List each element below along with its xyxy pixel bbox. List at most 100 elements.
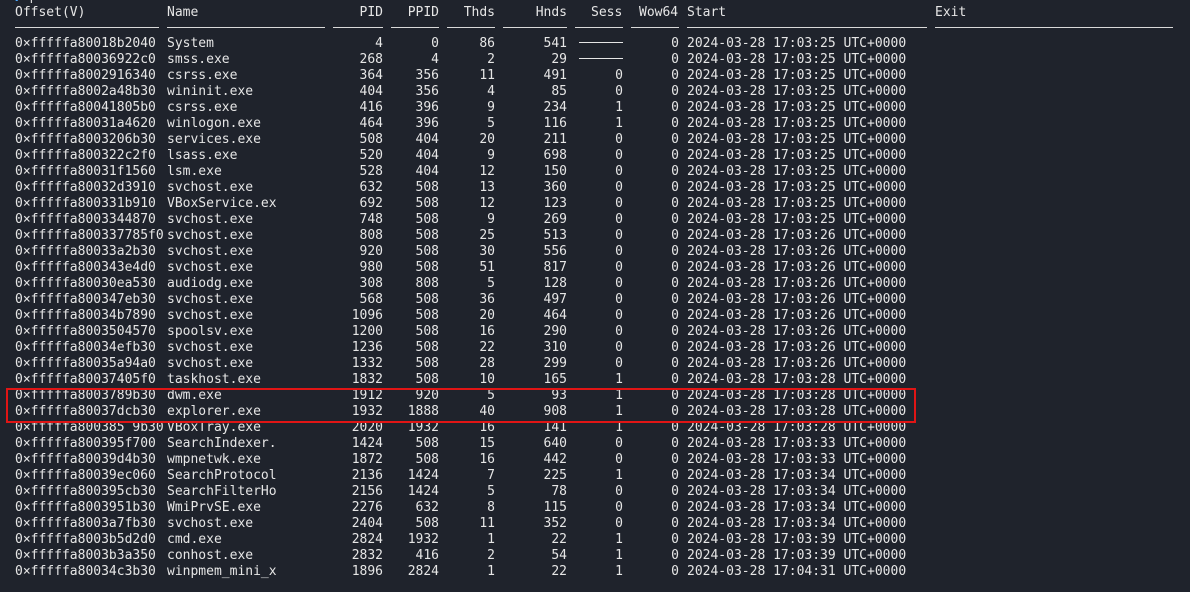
cell-sess: 1	[615, 116, 623, 131]
cell-name: lsass.exe	[167, 148, 238, 163]
table-row: 0×fffffa80037dcb30 explorer.exe 1932 1888 40…	[0, 404, 1190, 420]
cell-name: svchost.exe	[167, 228, 254, 243]
cell-hnds: 513	[543, 228, 567, 243]
cell-thds: 1	[487, 564, 495, 579]
cell-wow64: 0	[671, 68, 679, 83]
cell-thds: 5	[487, 484, 495, 499]
cell-ppid: 508	[415, 228, 439, 243]
table-row: 0×fffffa80034efb30 svchost.exe 1236 508 22 31…	[0, 340, 1190, 356]
cell-offset: 0×fffffa8003206b30	[15, 132, 156, 147]
cell-start: 2024-03-28 17:03:25 UTC+0000	[687, 212, 907, 227]
cell-pid: 748	[359, 212, 383, 227]
cell-wow64: 0	[671, 532, 679, 547]
cell-wow64: 0	[671, 228, 679, 243]
cell-start: 2024-03-28 17:03:25 UTC+0000	[687, 84, 907, 99]
cell-wow64: 0	[671, 468, 679, 483]
cell-hnds: 225	[543, 468, 567, 483]
cell-offset: 0×fffffa80041805b0	[15, 100, 156, 115]
cell-sess: 0	[615, 436, 623, 451]
cell-pid: 404	[359, 84, 383, 99]
cell-hnds: 352	[543, 516, 567, 531]
cell-thds: 11	[479, 516, 495, 531]
table-row: 0×fffffa80030ea530 audiodg.exe 308 808 5 128 0…	[0, 276, 1190, 292]
cell-hnds: 22	[551, 564, 567, 579]
cell-start: 2024-03-28 17:03:26 UTC+0000	[687, 276, 907, 291]
cell-offset: 0×fffffa8002916340	[15, 68, 156, 83]
cell-offset: 0×fffffa800385 9b30	[15, 420, 164, 435]
cell-wow64: 0	[671, 276, 679, 291]
cell-ppid: 508	[415, 292, 439, 307]
header-sess: Sess	[591, 5, 623, 20]
cell-hnds: 116	[543, 116, 567, 131]
cell-name: csrss.exe	[167, 100, 238, 115]
cell-hnds: 115	[543, 500, 567, 515]
table-row: 0×fffffa8003344870 svchost.exe 748 508 9 269 0…	[0, 212, 1190, 228]
table-row: 0×fffffa800347eb30 svchost.exe 568 508 36 497…	[0, 292, 1190, 308]
cell-name: services.exe	[167, 132, 261, 147]
cell-offset: 0×fffffa80034b7890	[15, 308, 156, 323]
cell-name: cmd.exe	[167, 532, 222, 547]
cell-sess: 0	[615, 196, 623, 211]
cell-wow64: 0	[671, 420, 679, 435]
cell-offset: 0×fffffa8003a7fb30	[15, 516, 156, 531]
cell-start: 2024-03-28 17:03:28 UTC+0000	[687, 420, 907, 435]
cell-pid: 416	[359, 100, 383, 115]
cell-hnds: 698	[543, 148, 567, 163]
cell-hnds: 211	[543, 132, 567, 147]
cell-wow64: 0	[671, 196, 679, 211]
cell-sess: 0	[615, 164, 623, 179]
cell-start: 2024-03-28 17:03:39 UTC+0000	[687, 548, 907, 563]
cell-wow64: 0	[671, 116, 679, 131]
cell-wow64: 0	[671, 244, 679, 259]
cell-offset: 0×fffffa80031a4620	[15, 116, 156, 131]
cell-pid: 2832	[351, 548, 383, 563]
cell-hnds: 464	[543, 308, 567, 323]
cell-start: 2024-03-28 17:03:25 UTC+0000	[687, 116, 907, 131]
table-row: 0×fffffa8003a7fb30 svchost.exe 2404 508 11 35…	[0, 516, 1190, 532]
cell-sess: 0	[615, 276, 623, 291]
cell-offset: 0×fffffa8003504570	[15, 324, 156, 339]
cell-wow64: 0	[671, 516, 679, 531]
cell-wow64: 0	[671, 212, 679, 227]
header-offset: Offset(V)	[15, 5, 86, 20]
terminal-window[interactable]: ❯ pstree Offset(V) Name PID PPID Thds Hn…	[0, 0, 1190, 592]
cell-ppid: 508	[415, 212, 439, 227]
table-row: 0×fffffa8003206b30 services.exe 508 404 20 21…	[0, 132, 1190, 148]
cell-hnds: 360	[543, 180, 567, 195]
cell-ppid: 508	[415, 516, 439, 531]
cell-thds: 9	[487, 212, 495, 227]
header-rule-thds	[447, 27, 495, 28]
cell-start: 2024-03-28 17:03:26 UTC+0000	[687, 340, 907, 355]
cell-sess: 1	[615, 420, 623, 435]
cell-name: taskhost.exe	[167, 372, 261, 387]
cell-name: svchost.exe	[167, 212, 254, 227]
cell-start: 2024-03-28 17:03:26 UTC+0000	[687, 244, 907, 259]
cell-ppid: 508	[415, 436, 439, 451]
table-header: Offset(V) Name PID PPID Thds Hnds Sess W…	[0, 5, 1190, 21]
cell-sess	[579, 52, 623, 68]
table-row: 0×fffffa800385 9b30 VBoxTray.exe 2020 1932 1…	[0, 420, 1190, 436]
table-row: 0×fffffa8003b3a350 conhost.exe 2832 416 2 54 1…	[0, 548, 1190, 564]
command-text: pstree	[30, 0, 77, 4]
cell-pid: 364	[359, 68, 383, 83]
cell-hnds: 29	[551, 52, 567, 67]
cell-pid: 1096	[351, 308, 383, 323]
cell-ppid: 508	[415, 324, 439, 339]
cell-sess: 0	[615, 308, 623, 323]
cell-thds: 11	[479, 68, 495, 83]
cell-hnds: 817	[543, 260, 567, 275]
cell-sess: 0	[615, 132, 623, 147]
cell-sess: 0	[615, 260, 623, 275]
cell-name: svchost.exe	[167, 260, 254, 275]
cell-pid: 1932	[351, 404, 383, 419]
cell-ppid: 2824	[407, 564, 439, 579]
cell-hnds: 908	[543, 404, 567, 419]
empty-session-dash	[579, 42, 623, 43]
cell-wow64: 0	[671, 340, 679, 355]
cell-name: WmiPrvSE.exe	[167, 500, 261, 515]
cell-ppid: 508	[415, 244, 439, 259]
header-rule-ppid	[391, 27, 439, 28]
cell-hnds: 78	[551, 484, 567, 499]
cell-hnds: 150	[543, 164, 567, 179]
cell-pid: 2824	[351, 532, 383, 547]
